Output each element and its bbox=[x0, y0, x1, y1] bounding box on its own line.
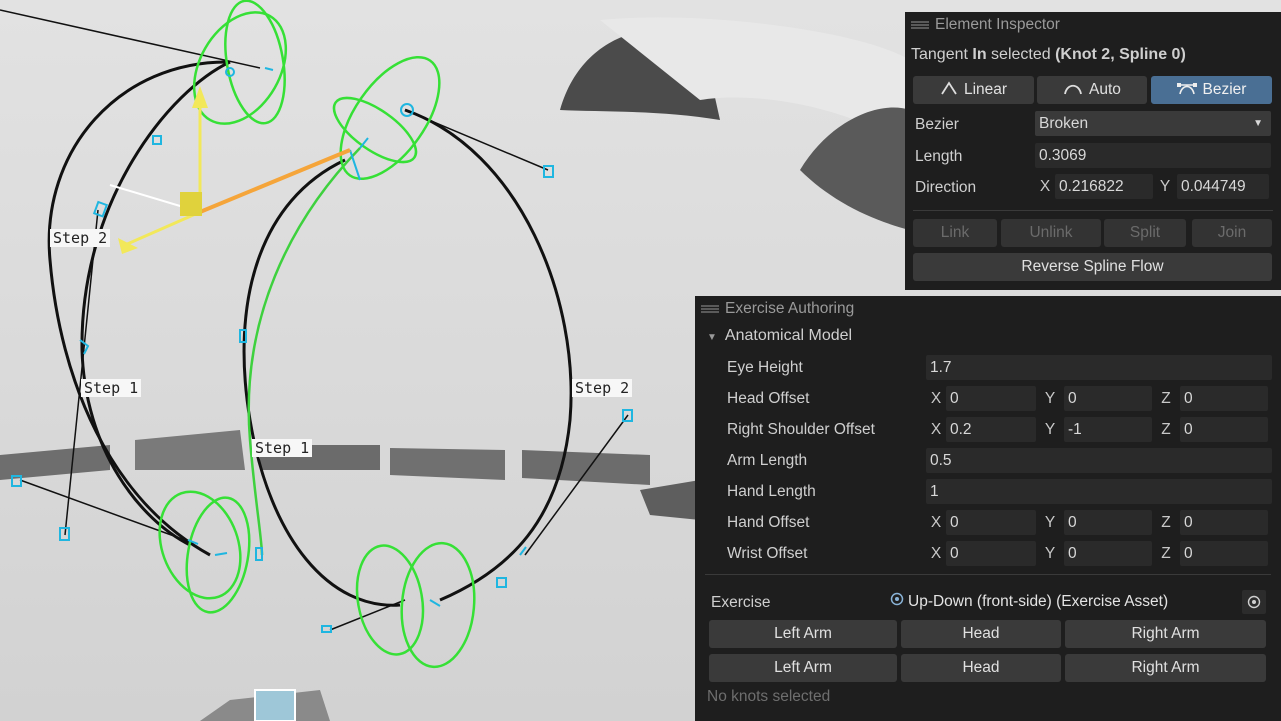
hand-offset-label: Hand Offset bbox=[727, 514, 810, 531]
selection-summary: Tangent In selected (Knot 2, Spline 0) bbox=[911, 46, 1186, 63]
axis-x-label: X bbox=[930, 389, 942, 407]
wrist-offset-z-field[interactable]: 0 bbox=[1180, 541, 1268, 566]
join-button[interactable]: Join bbox=[1192, 219, 1272, 247]
arm-length-field[interactable]: 0.5 bbox=[926, 448, 1272, 473]
split-button[interactable]: Split bbox=[1104, 219, 1186, 247]
right-shoulder-offset-x-field[interactable]: 0.2 bbox=[946, 417, 1036, 442]
auto-tangent-icon bbox=[1063, 81, 1083, 100]
tangent-mode-auto-button[interactable]: Auto bbox=[1037, 76, 1147, 104]
right-shoulder-offset-vector: X 0.2 Y -1 Z 0 bbox=[926, 417, 1268, 442]
reverse-spline-flow-button[interactable]: Reverse Spline Flow bbox=[913, 253, 1272, 281]
link-button[interactable]: Link bbox=[913, 219, 997, 247]
exercise-asset-icon bbox=[890, 592, 904, 611]
axis-x-label: X bbox=[930, 544, 942, 562]
direction-vector: X 0.216822 Y 0.044749 bbox=[1035, 174, 1269, 199]
hand-offset-x-field[interactable]: 0 bbox=[946, 510, 1036, 535]
head-button[interactable]: Head bbox=[901, 620, 1061, 648]
panel-header[interactable]: Element Inspector bbox=[905, 12, 1281, 38]
tangent-mode-bezier-button[interactable]: Bezier bbox=[1151, 76, 1272, 104]
bezier-dropdown[interactable]: Broken ▼ bbox=[1035, 111, 1271, 136]
linear-tangent-icon bbox=[940, 80, 958, 100]
divider bbox=[705, 574, 1271, 575]
drag-handle-icon[interactable] bbox=[701, 305, 719, 313]
right-arm-button[interactable]: Right Arm bbox=[1065, 654, 1266, 682]
exercise-object-field[interactable]: Up-Down (front-side) (Exercise Asset) bbox=[890, 589, 1266, 614]
exercise-authoring-panel: Exercise Authoring ▼ Anatomical Model Eye… bbox=[695, 296, 1281, 721]
right-shoulder-offset-z-field[interactable]: 0 bbox=[1180, 417, 1268, 442]
hand-length-field[interactable]: 1 bbox=[926, 479, 1272, 504]
head-offset-label: Head Offset bbox=[727, 390, 810, 407]
axis-z-label: Z bbox=[1161, 420, 1171, 438]
divider bbox=[913, 210, 1273, 211]
direction-label: Direction bbox=[915, 179, 977, 196]
axis-z-label: Z bbox=[1161, 544, 1171, 562]
wrist-offset-y-field[interactable]: 0 bbox=[1064, 541, 1152, 566]
hand-length-label: Hand Length bbox=[727, 483, 816, 500]
length-field[interactable]: 0.3069 bbox=[1035, 143, 1271, 168]
anatomical-model-foldout[interactable]: ▼ Anatomical Model bbox=[707, 327, 852, 345]
bezier-tangent-icon bbox=[1176, 81, 1197, 100]
left-arm-button[interactable]: Left Arm bbox=[709, 654, 897, 682]
step-label: Step 2 bbox=[572, 379, 633, 397]
axis-x-label: X bbox=[930, 513, 942, 531]
hand-offset-z-field[interactable]: 0 bbox=[1180, 510, 1268, 535]
head-offset-y-field[interactable]: 0 bbox=[1064, 386, 1152, 411]
axis-y-label: Y bbox=[1044, 420, 1056, 438]
head-button[interactable]: Head bbox=[901, 654, 1061, 682]
head-offset-vector: X 0 Y 0 Z 0 bbox=[926, 386, 1268, 411]
right-shoulder-offset-y-field[interactable]: -1 bbox=[1064, 417, 1152, 442]
tangent-mode-linear-button[interactable]: Linear bbox=[913, 76, 1034, 104]
panel-title: Exercise Authoring bbox=[725, 300, 855, 317]
eye-height-field[interactable]: 1.7 bbox=[926, 355, 1272, 380]
eye-height-label: Eye Height bbox=[727, 359, 803, 376]
element-inspector-panel: Element Inspector Tangent In selected (K… bbox=[905, 12, 1281, 290]
object-picker-icon[interactable] bbox=[1242, 589, 1266, 614]
axis-y-label: Y bbox=[1044, 389, 1056, 407]
panel-header[interactable]: Exercise Authoring bbox=[695, 296, 1281, 322]
length-label: Length bbox=[915, 148, 963, 165]
hand-offset-y-field[interactable]: 0 bbox=[1064, 510, 1152, 535]
axis-y-label: Y bbox=[1159, 177, 1171, 195]
step-label: Step 1 bbox=[81, 379, 142, 397]
unlink-button[interactable]: Unlink bbox=[1001, 219, 1101, 247]
step-label: Step 1 bbox=[252, 439, 313, 457]
step-label: Step 2 bbox=[50, 229, 111, 247]
wrist-offset-x-field[interactable]: 0 bbox=[946, 541, 1036, 566]
status-text: No knots selected bbox=[707, 688, 831, 705]
right-shoulder-offset-label: Right Shoulder Offset bbox=[727, 421, 875, 438]
wrist-offset-vector: X 0 Y 0 Z 0 bbox=[926, 541, 1268, 566]
head-offset-x-field[interactable]: 0 bbox=[946, 386, 1036, 411]
axis-y-label: Y bbox=[1044, 513, 1056, 531]
right-arm-button[interactable]: Right Arm bbox=[1065, 620, 1266, 648]
drag-handle-icon[interactable] bbox=[911, 21, 929, 29]
axis-z-label: Z bbox=[1161, 389, 1171, 407]
axis-x-label: X bbox=[930, 420, 942, 438]
hand-offset-vector: X 0 Y 0 Z 0 bbox=[926, 510, 1268, 535]
axis-z-label: Z bbox=[1161, 513, 1171, 531]
arm-length-label: Arm Length bbox=[727, 452, 808, 469]
axis-x-label: X bbox=[1039, 177, 1051, 195]
bezier-label: Bezier bbox=[915, 116, 959, 133]
foldout-arrow-icon: ▼ bbox=[707, 332, 717, 343]
direction-y-field[interactable]: 0.044749 bbox=[1177, 174, 1269, 199]
direction-x-field[interactable]: 0.216822 bbox=[1055, 174, 1153, 199]
exercise-label: Exercise bbox=[711, 594, 771, 611]
panel-title: Element Inspector bbox=[935, 16, 1060, 33]
head-offset-z-field[interactable]: 0 bbox=[1180, 386, 1268, 411]
wrist-offset-label: Wrist Offset bbox=[727, 545, 808, 562]
axis-y-label: Y bbox=[1044, 544, 1056, 562]
chevron-down-icon: ▼ bbox=[1253, 118, 1263, 129]
left-arm-button[interactable]: Left Arm bbox=[709, 620, 897, 648]
